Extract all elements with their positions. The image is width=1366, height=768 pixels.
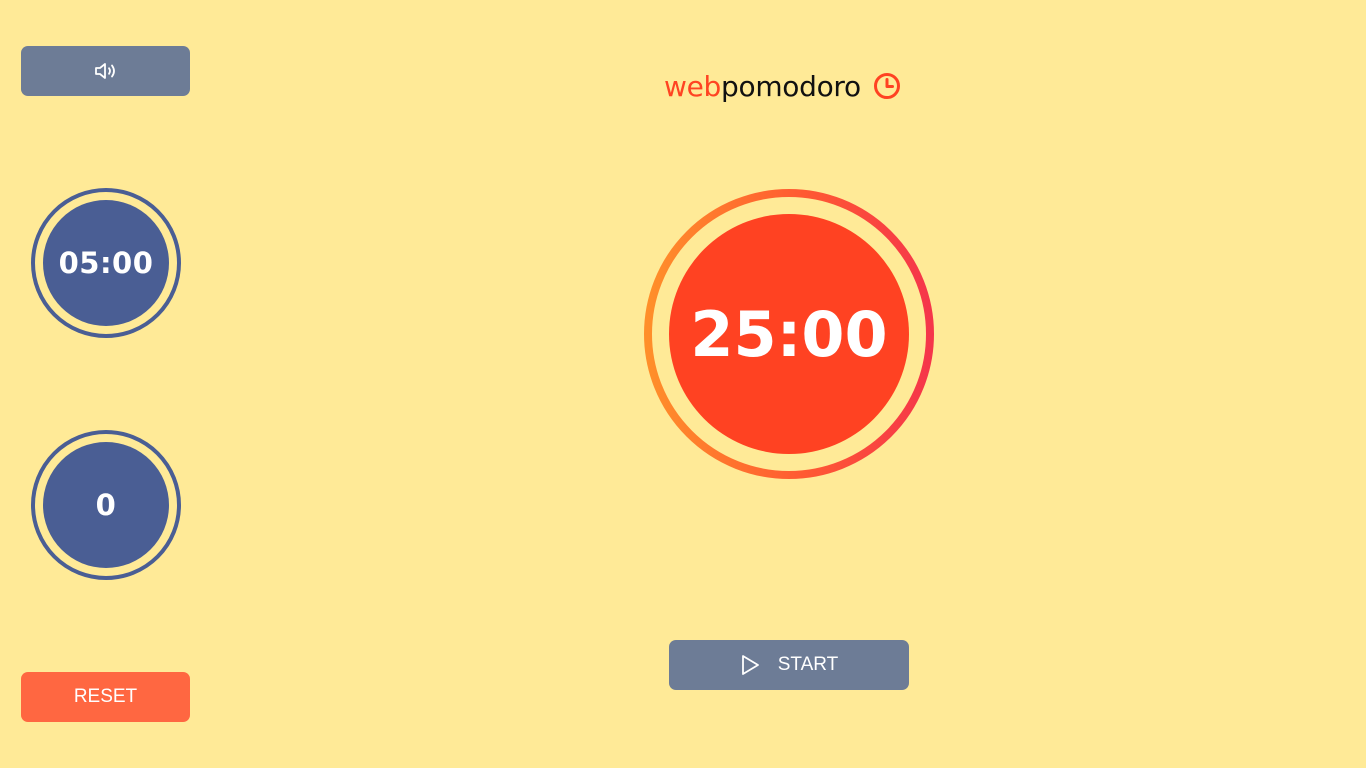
main-timer: 25:00 — [644, 189, 934, 479]
timer-display: 25:00 — [669, 214, 909, 454]
break-timer-circle: 05:00 — [31, 188, 181, 338]
sound-toggle-button[interactable] — [21, 46, 190, 96]
pomodoro-count-circle: 0 — [31, 430, 181, 580]
play-icon — [740, 654, 760, 676]
speaker-volume-icon — [93, 60, 119, 82]
reset-button-label: RESET — [73, 686, 138, 707]
pomodoro-count-value: 0 — [43, 442, 169, 568]
start-button[interactable]: START — [669, 640, 909, 690]
logo-text-web: web — [664, 69, 722, 103]
app-logo: web pomodoro — [664, 66, 901, 106]
pomodoro-app: 05:00 0 RESET web pomodoro 25:00 START — [0, 0, 1366, 768]
break-time-value: 05:00 — [43, 200, 169, 326]
start-button-label: START — [777, 654, 839, 675]
logo-text-pomodoro: pomodoro — [721, 69, 861, 103]
clock-icon — [873, 72, 901, 100]
reset-button[interactable]: RESET — [21, 672, 190, 722]
